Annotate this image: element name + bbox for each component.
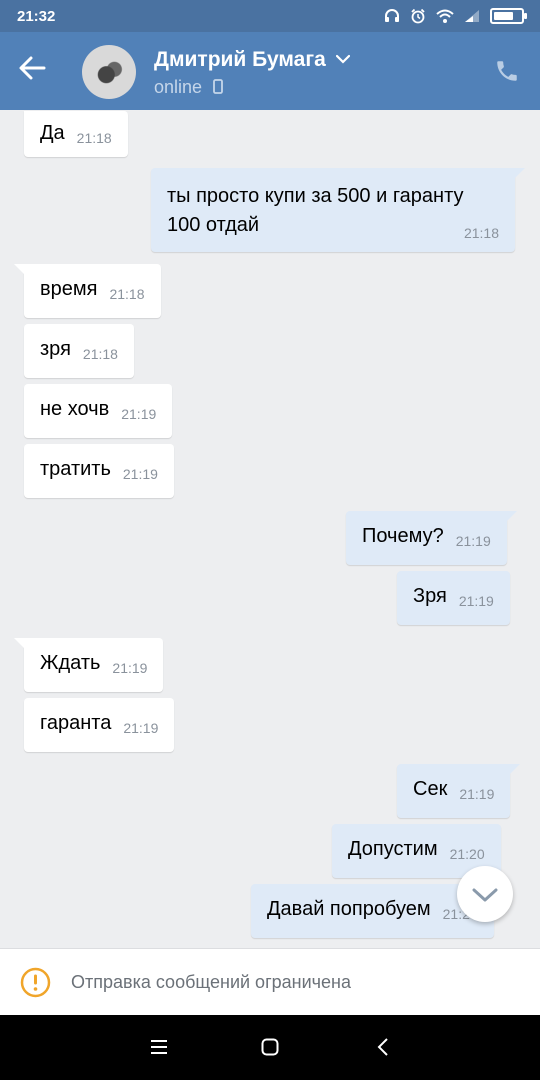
- message-incoming[interactable]: время 21:18: [14, 264, 161, 318]
- message-time: 21:19: [122, 465, 158, 482]
- message-incoming[interactable]: Ждать 21:19: [14, 638, 164, 692]
- restriction-text: Отправка сообщений ограничена: [71, 972, 351, 992]
- message-text: Ждать: [40, 652, 101, 675]
- message-text: Давай попробуем: [267, 898, 431, 921]
- message-text: время: [40, 278, 98, 301]
- message-outgoing[interactable]: Почему? 21:19: [346, 511, 517, 565]
- message-incoming[interactable]: гаранта 21:19: [24, 698, 175, 752]
- back-button[interactable]: [18, 54, 58, 88]
- bubble-tail: [511, 168, 525, 182]
- status-bar: 21:32: [0, 0, 540, 32]
- signal-icon: [465, 10, 479, 22]
- message-text: Сек: [413, 778, 448, 801]
- battery-fill: [494, 12, 513, 20]
- message-outgoing[interactable]: ты просто купи за 500 и гаранту 100 отда…: [151, 168, 525, 252]
- battery-icon: [490, 8, 527, 24]
- alarm-icon: [411, 8, 425, 24]
- message-incoming[interactable]: Да 21:18: [24, 111, 128, 157]
- contact-status: online: [154, 77, 223, 98]
- message-time: 21:18: [82, 345, 118, 362]
- contact-name[interactable]: Дмитрий Бумага: [154, 48, 326, 72]
- message-incoming[interactable]: зря 21:18: [24, 324, 134, 378]
- message-last-line: 100 отдай 21:18: [167, 211, 499, 241]
- system-navigation-bar: [0, 1015, 540, 1080]
- bubble-tail: [506, 764, 521, 778]
- chevron-down-icon: [472, 888, 498, 902]
- menu-icon[interactable]: [149, 1037, 169, 1057]
- home-icon[interactable]: [260, 1037, 280, 1057]
- message-text: тратить: [40, 458, 111, 481]
- arrow-left-icon: [19, 56, 46, 80]
- message-text: Почему?: [362, 525, 444, 548]
- message-text-line: ты просто купи за 500 и гаранту: [167, 185, 464, 207]
- bubble-tail: [14, 638, 28, 652]
- bubble-tail: [502, 511, 517, 525]
- message-text: не хочв: [40, 398, 110, 421]
- exclamation-circle-icon: [20, 967, 51, 998]
- message-time: 21:19: [455, 532, 491, 549]
- message-time: 21:20: [449, 845, 485, 862]
- message-time: 21:18: [76, 129, 112, 146]
- wifi-icon: [436, 9, 454, 23]
- message-text: Допустим: [348, 838, 438, 861]
- mobile-device-icon: [213, 79, 223, 94]
- phone-icon[interactable]: [494, 58, 520, 84]
- contact-avatar[interactable]: [82, 45, 136, 99]
- message-outgoing[interactable]: Сек 21:19: [397, 764, 521, 818]
- scroll-to-bottom-button[interactable]: [457, 866, 513, 922]
- message-time: 21:19: [121, 405, 157, 422]
- bubble-tail: [14, 264, 28, 278]
- back-nav-icon[interactable]: [374, 1037, 394, 1057]
- message-time: 21:19: [458, 592, 494, 609]
- message-text: Зря: [413, 585, 447, 608]
- headphones-icon: [385, 9, 399, 22]
- status-text: online: [154, 77, 203, 97]
- message-time: 21:19: [459, 785, 495, 802]
- chat-header: Дмитрий Бумага online: [0, 32, 540, 110]
- message-text: гаранта: [40, 712, 112, 735]
- message-list[interactable]: Да 21:18 ты просто купи за 500 и гаранту …: [0, 110, 540, 948]
- message-time: 21:19: [123, 719, 159, 736]
- message-text-line: 100 отдай: [167, 214, 260, 236]
- message-text: зря: [40, 338, 71, 361]
- message-time: 21:19: [112, 659, 148, 676]
- message-time: 21:18: [109, 285, 145, 302]
- message-incoming[interactable]: не хочв 21:19: [24, 384, 173, 438]
- status-icons: [384, 8, 527, 24]
- message-text: Да: [40, 122, 65, 145]
- status-time: 21:32: [17, 8, 56, 25]
- restriction-banner: Отправка сообщений ограничена: [0, 948, 540, 1016]
- message-time: 21:18: [463, 225, 499, 241]
- message-outgoing[interactable]: Зря 21:19: [397, 571, 510, 625]
- chevron-down-icon[interactable]: [336, 54, 350, 64]
- message-incoming[interactable]: тратить 21:19: [24, 444, 174, 498]
